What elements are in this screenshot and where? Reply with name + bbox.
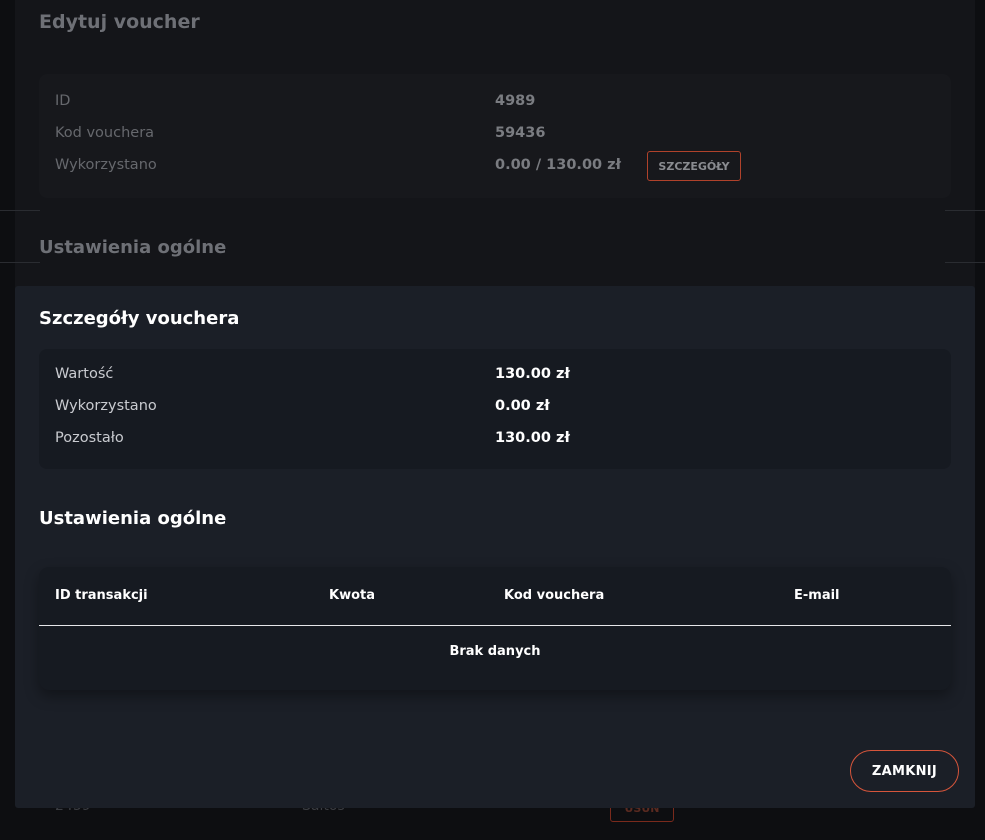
column-header-amount[interactable]: Kwota (329, 588, 375, 603)
summary-row: Wykorzystano 0.00 zł (55, 398, 935, 420)
voucher-code-value: 59436 (495, 125, 546, 141)
summary-row: Pozostało 130.00 zł (55, 430, 935, 452)
voucher-details-modal: Szczegóły vouchera Wartość 130.00 zł Wyk… (15, 286, 975, 808)
voucher-info-row: ID 4989 (55, 93, 935, 115)
voucher-info-row: Wykorzystano 0.00 / 130.00 zł SZCZEGÓŁY (55, 151, 935, 181)
voucher-used-label: Wykorzystano (55, 157, 157, 173)
edit-voucher-title: Edytuj voucher (39, 11, 200, 33)
column-header-email[interactable]: E-mail (794, 588, 840, 603)
value-label: Wartość (55, 366, 114, 382)
value-amount: 130.00 zł (495, 366, 570, 382)
column-header-transaction-id[interactable]: ID transakcji (55, 588, 148, 603)
voucher-used-value: 0.00 / 130.00 zł (495, 157, 621, 173)
background-section-title: Ustawienia ogólne (39, 237, 227, 258)
voucher-info-row: Kod vouchera 59436 (55, 125, 935, 147)
background-divider (945, 210, 985, 211)
background-divider (0, 210, 40, 211)
voucher-summary-card: Wartość 130.00 zł Wykorzystano 0.00 zł P… (39, 349, 951, 469)
column-header-voucher-code[interactable]: Kod vouchera (504, 588, 604, 603)
used-label: Wykorzystano (55, 398, 157, 414)
voucher-id-label: ID (55, 93, 71, 109)
voucher-id-value: 4989 (495, 93, 536, 109)
summary-row: Wartość 130.00 zł (55, 366, 935, 388)
voucher-code-label: Kod vouchera (55, 125, 155, 141)
table-header-divider (39, 625, 951, 626)
background-divider (0, 262, 40, 263)
details-button[interactable]: SZCZEGÓŁY (647, 151, 741, 181)
voucher-info-card: ID 4989 Kod vouchera 59436 Wykorzystano … (39, 74, 951, 198)
close-button[interactable]: ZAMKNIJ (850, 750, 959, 792)
background-divider (945, 262, 985, 263)
transactions-table: ID transakcji Kwota Kod vouchera E-mail … (39, 567, 951, 690)
modal-title: Szczegóły vouchera (39, 308, 240, 329)
section-title: Ustawienia ogólne (39, 508, 227, 529)
remaining-amount: 130.00 zł (495, 430, 570, 446)
used-amount: 0.00 zł (495, 398, 550, 414)
empty-table-message: Brak danych (449, 644, 541, 659)
remaining-label: Pozostało (55, 430, 124, 446)
